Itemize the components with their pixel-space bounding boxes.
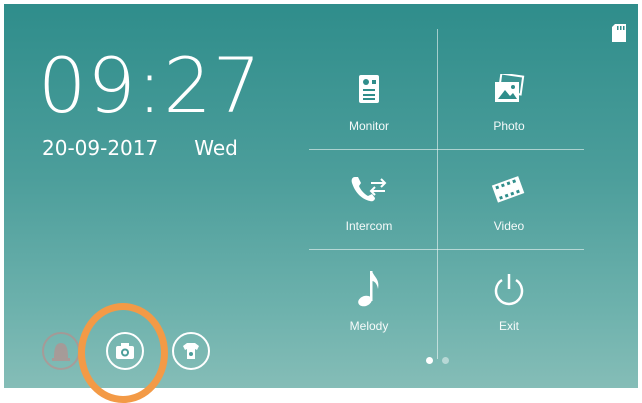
menu-item-exit[interactable]: Exit (444, 259, 574, 359)
menu-label-intercom: Intercom (345, 219, 393, 233)
menu-label-monitor: Monitor (348, 119, 389, 133)
monitor-icon (349, 69, 389, 109)
door-unlock-button[interactable] (172, 332, 210, 370)
menu-label-photo: Photo (493, 119, 525, 133)
menu-item-melody[interactable]: Melody (304, 259, 434, 359)
alarm-icon (52, 343, 70, 361)
page-dot[interactable] (442, 357, 449, 364)
music-note-icon (349, 269, 389, 309)
menu-item-photo[interactable]: Photo (444, 59, 574, 159)
date-text: 20-09-2017 (42, 136, 159, 160)
video-film-icon (489, 169, 529, 209)
menu-label-melody: Melody (349, 319, 389, 333)
menu-label-video: Video (493, 219, 525, 233)
menu-item-video[interactable]: Video (444, 159, 574, 259)
alarm-button[interactable] (42, 332, 80, 370)
door-unlock-icon (183, 343, 199, 359)
menu-divider-vertical (437, 29, 438, 359)
date-row: 20-09-2017 Wed (42, 136, 238, 160)
menu-item-intercom[interactable]: Intercom (304, 159, 434, 259)
clock-time: 09:27 (38, 41, 263, 130)
weekday-text: Wed (194, 136, 238, 160)
menu-item-monitor[interactable]: Monitor (304, 59, 434, 159)
intercom-icon (349, 169, 389, 209)
highlight-circle (78, 303, 168, 403)
page-indicator (426, 357, 449, 364)
sd-card-icon (612, 24, 626, 42)
menu-label-exit: Exit (498, 319, 519, 333)
power-icon (489, 269, 529, 309)
page-dot-active[interactable] (426, 357, 433, 364)
main-menu: Monitor Photo Intercom Video Melody Exit (304, 29, 594, 359)
photo-icon (489, 69, 529, 109)
